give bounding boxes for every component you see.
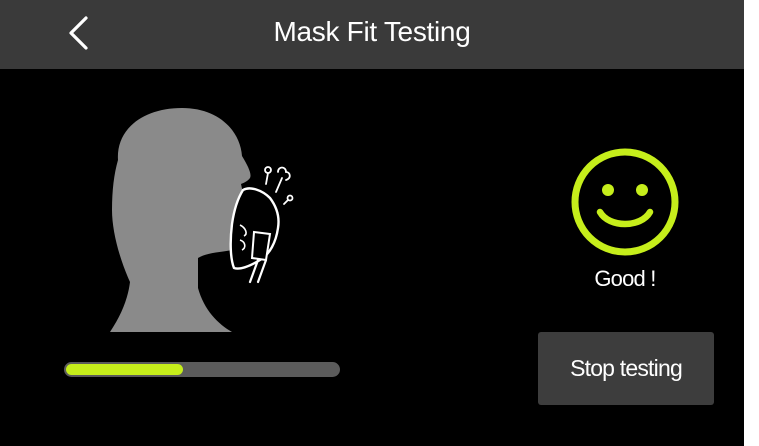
app-screen: Mask Fit Testing Good ! Stop testing bbox=[0, 0, 744, 446]
page-title: Mask Fit Testing bbox=[273, 16, 471, 47]
head-profile-with-mask-icon bbox=[100, 100, 320, 340]
status-text: Good ! bbox=[594, 266, 656, 291]
header-bar: Mask Fit Testing bbox=[0, 0, 744, 69]
head-silhouette bbox=[110, 108, 251, 332]
progress-bar bbox=[64, 362, 340, 377]
progress-fill bbox=[66, 364, 183, 375]
smiley-face-icon bbox=[569, 146, 681, 258]
stop-testing-button[interactable]: Stop testing bbox=[538, 332, 714, 405]
